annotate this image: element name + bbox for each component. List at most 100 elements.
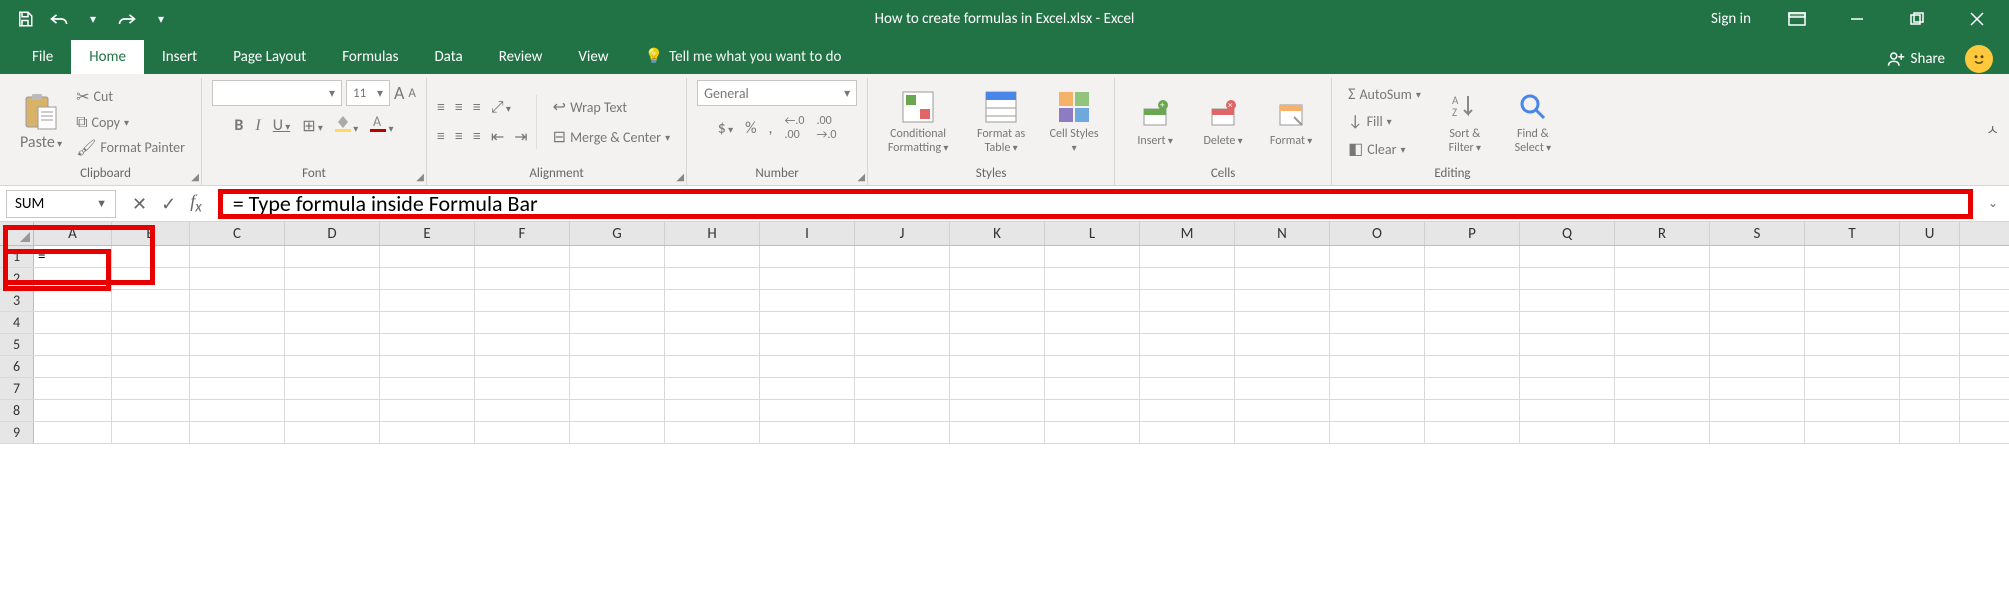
cell[interactable] [1330, 378, 1425, 399]
cell[interactable] [665, 334, 760, 355]
cell[interactable] [112, 312, 190, 333]
alignment-dialog-launcher-icon[interactable]: ◢ [676, 170, 684, 183]
merge-center-button[interactable]: ⊟Merge & Center [547, 125, 676, 149]
cell[interactable] [1615, 378, 1710, 399]
cell[interactable] [760, 246, 855, 267]
font-dialog-launcher-icon[interactable]: ◢ [416, 170, 424, 183]
cell[interactable] [380, 246, 475, 267]
format-as-table-button[interactable]: Format as Table [966, 89, 1036, 155]
cell[interactable] [665, 422, 760, 443]
enter-formula-icon[interactable]: ✓ [161, 193, 176, 215]
name-box[interactable]: SUM ▼ [6, 190, 116, 218]
cell[interactable] [1330, 246, 1425, 267]
col-header-R[interactable]: R [1615, 222, 1710, 245]
cell[interactable] [1805, 290, 1900, 311]
align-center-icon[interactable]: ≡ [455, 127, 463, 146]
cell[interactable] [760, 422, 855, 443]
col-header-P[interactable]: P [1425, 222, 1520, 245]
cell[interactable] [570, 378, 665, 399]
cell[interactable] [1805, 312, 1900, 333]
col-header-E[interactable]: E [380, 222, 475, 245]
cell[interactable] [760, 268, 855, 289]
cell[interactable] [1235, 312, 1330, 333]
align-top-icon[interactable]: ≡ [437, 98, 445, 117]
cell[interactable] [1900, 356, 1960, 377]
cell[interactable] [112, 422, 190, 443]
cell[interactable] [285, 312, 380, 333]
col-header-H[interactable]: H [665, 222, 760, 245]
cell[interactable] [760, 378, 855, 399]
cell[interactable] [1900, 378, 1960, 399]
cell[interactable] [112, 334, 190, 355]
col-header-F[interactable]: F [475, 222, 570, 245]
cell[interactable] [1140, 268, 1235, 289]
wrap-text-button[interactable]: ↩Wrap Text [547, 95, 676, 119]
cell[interactable] [1710, 356, 1805, 377]
cell[interactable] [1235, 290, 1330, 311]
cell[interactable] [760, 312, 855, 333]
cell[interactable] [112, 246, 190, 267]
tab-insert[interactable]: Insert [144, 40, 215, 74]
cell[interactable] [34, 356, 112, 377]
col-header-Q[interactable]: Q [1520, 222, 1615, 245]
clear-button[interactable]: ◧Clear [1342, 137, 1427, 161]
align-bottom-icon[interactable]: ≡ [473, 98, 481, 117]
cell[interactable] [1710, 378, 1805, 399]
decrease-decimal-icon[interactable]: .00→.0 [817, 114, 837, 142]
cell[interactable] [1520, 312, 1615, 333]
undo-dropdown-icon[interactable]: ▾ [78, 4, 108, 34]
col-header-O[interactable]: O [1330, 222, 1425, 245]
cell[interactable] [760, 356, 855, 377]
percent-button[interactable]: % [745, 119, 756, 138]
cell[interactable] [1045, 334, 1140, 355]
cell[interactable] [1900, 246, 1960, 267]
close-icon[interactable] [1949, 0, 2005, 38]
cell-styles-button[interactable]: Cell Styles [1044, 89, 1104, 155]
number-dialog-launcher-icon[interactable]: ◢ [857, 170, 865, 183]
conditional-formatting-button[interactable]: Conditional Formatting [878, 89, 958, 155]
col-header-C[interactable]: C [190, 222, 285, 245]
cell[interactable] [1425, 312, 1520, 333]
cell[interactable] [950, 378, 1045, 399]
cell[interactable] [1900, 312, 1960, 333]
cell[interactable] [1710, 312, 1805, 333]
align-middle-icon[interactable]: ≡ [455, 98, 463, 117]
cell[interactable] [1235, 334, 1330, 355]
cell[interactable] [665, 356, 760, 377]
cell[interactable] [1710, 246, 1805, 267]
cell[interactable] [1520, 334, 1615, 355]
cell[interactable] [1900, 334, 1960, 355]
cell[interactable] [112, 400, 190, 421]
row-header[interactable]: 2 [0, 268, 34, 289]
cell[interactable] [1235, 422, 1330, 443]
paste-button[interactable]: Paste [20, 93, 62, 152]
cell[interactable] [1045, 312, 1140, 333]
cell[interactable] [1140, 378, 1235, 399]
cell[interactable] [190, 422, 285, 443]
cell[interactable] [1045, 290, 1140, 311]
col-header-D[interactable]: D [285, 222, 380, 245]
row-header[interactable]: 3 [0, 290, 34, 311]
cell[interactable] [34, 290, 112, 311]
cell[interactable] [380, 268, 475, 289]
cell[interactable] [475, 290, 570, 311]
cell[interactable] [475, 400, 570, 421]
underline-button[interactable]: U [273, 116, 291, 135]
cell[interactable] [950, 268, 1045, 289]
cell[interactable] [34, 400, 112, 421]
tab-view[interactable]: View [560, 40, 626, 74]
cell[interactable] [1425, 246, 1520, 267]
cell[interactable] [190, 400, 285, 421]
copy-button[interactable]: ⧉Copy [70, 111, 191, 134]
cell[interactable] [1330, 422, 1425, 443]
cell[interactable] [1140, 400, 1235, 421]
cell[interactable] [570, 400, 665, 421]
cell[interactable] [1615, 290, 1710, 311]
col-header-K[interactable]: K [950, 222, 1045, 245]
col-header-U[interactable]: U [1900, 222, 1960, 245]
row-header[interactable]: 8 [0, 400, 34, 421]
cell[interactable] [855, 268, 950, 289]
expand-formula-bar-icon[interactable]: ⌄ [1983, 196, 2003, 211]
cell[interactable] [665, 290, 760, 311]
tab-page-layout[interactable]: Page Layout [215, 40, 324, 74]
